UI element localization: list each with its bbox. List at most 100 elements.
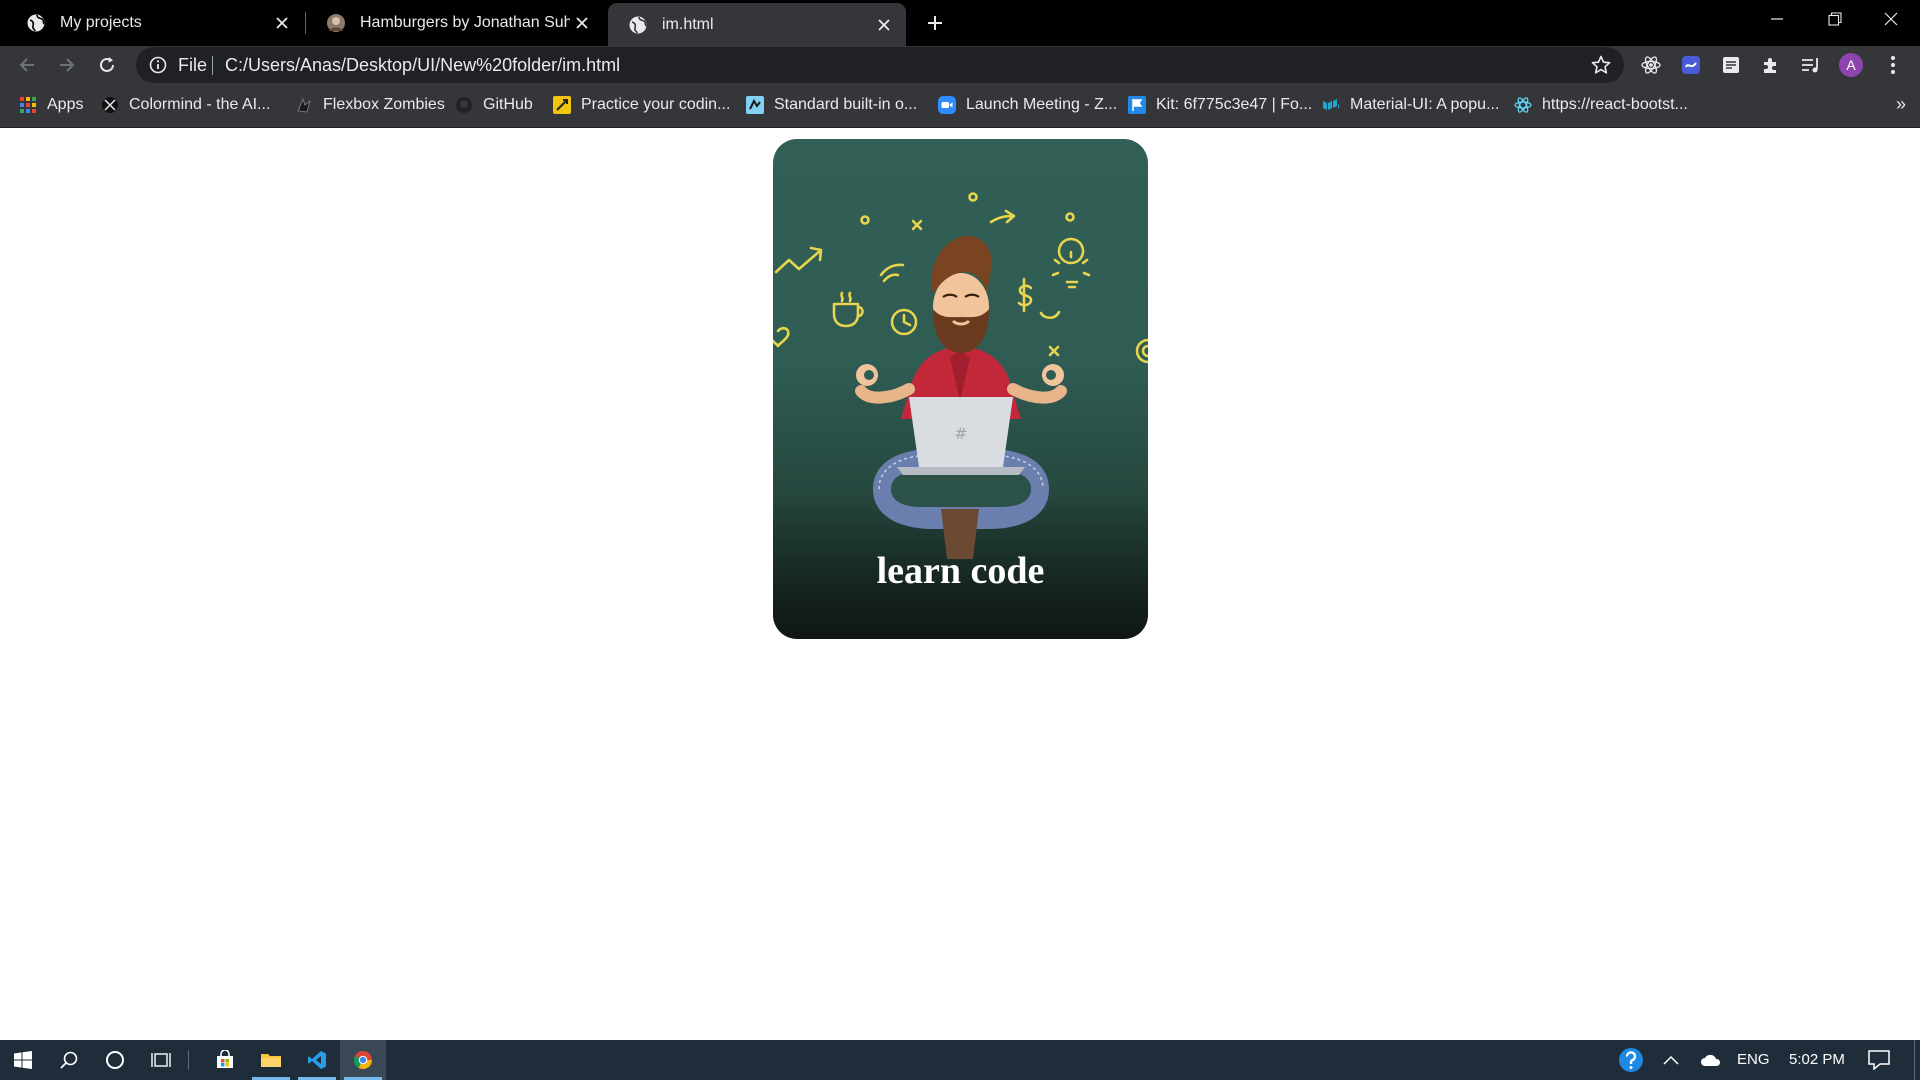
bookmark-material-ui[interactable]: Material-UI: A popu... <box>1322 94 1499 116</box>
colormind-icon <box>102 97 118 113</box>
arrow-left-icon <box>19 58 34 72</box>
language-indicator[interactable]: ENG <box>1737 1051 1770 1068</box>
cortana-button[interactable] <box>92 1040 138 1080</box>
mdn-icon <box>746 96 764 114</box>
close-window-button[interactable] <box>1862 0 1920 38</box>
bookmark-label: Kit: 6f775c3e47 | Fo... <box>1156 96 1313 113</box>
bookmark-label: Practice your codin... <box>581 96 731 113</box>
chevron-up-icon <box>1663 1055 1679 1065</box>
menu-button[interactable] <box>1880 52 1906 78</box>
tab-title: My projects <box>60 14 142 31</box>
windows-logo-icon <box>14 1051 32 1069</box>
chrome-icon <box>354 1051 372 1070</box>
tab-my-projects[interactable]: My projects <box>6 3 304 43</box>
material-ui-icon <box>1323 99 1339 110</box>
restore-icon <box>1828 12 1842 26</box>
close-tab-icon[interactable] <box>570 11 594 35</box>
blue-extension[interactable] <box>1678 52 1704 78</box>
bookmark-label: Standard built-in o... <box>774 96 918 113</box>
url-text[interactable]: C:/Users/Anas/Desktop/UI/New%20folder/im… <box>225 55 620 76</box>
star-icon[interactable] <box>1590 54 1612 76</box>
restore-button[interactable] <box>1806 0 1864 38</box>
bookmark-label: Material-UI: A popu... <box>1350 96 1500 113</box>
tab-title: im.html <box>662 15 714 33</box>
reader-extension[interactable] <box>1718 52 1744 78</box>
profile-avatar[interactable]: A <box>1838 52 1864 78</box>
browser-toolbar: File C:/Users/Anas/Desktop/UI/New%20fold… <box>0 46 1920 84</box>
tab-hamburgers[interactable]: Hamburgers by Jonathan Suh <box>306 3 604 43</box>
info-icon[interactable] <box>148 55 168 75</box>
bookmarks-bar: Apps Colormind - the AI... Flexbox Zombi… <box>0 84 1920 128</box>
tab-strip: My projects Hamburgers by Jonathan Suh i… <box>0 0 1920 46</box>
bookmark-colormind[interactable]: Colormind - the AI... <box>101 94 270 116</box>
document-icon <box>1723 57 1739 73</box>
zoom-icon <box>938 96 956 114</box>
bookmark-label: Apps <box>47 96 84 113</box>
react-bootstrap-icon <box>1514 97 1532 113</box>
globe-icon <box>27 14 45 32</box>
start-button[interactable] <box>0 1040 46 1080</box>
windows-taskbar: ENG 5:02 PM <box>0 1040 1920 1080</box>
vscode-icon <box>308 1051 326 1069</box>
store-bag-icon <box>217 1050 233 1068</box>
back-button[interactable] <box>11 49 43 81</box>
extensions-button[interactable] <box>1758 52 1784 78</box>
globe-icon <box>629 16 647 33</box>
bookmark-standard-built-in[interactable]: Standard built-in o... <box>746 94 917 116</box>
minimize-button[interactable] <box>1748 0 1806 38</box>
apps-grid-icon <box>20 97 36 113</box>
bookmark-launch-meeting[interactable]: Launch Meeting - Z... <box>938 94 1117 116</box>
puzzle-icon <box>1764 58 1776 73</box>
cortana-icon <box>106 1051 124 1069</box>
close-tab-icon[interactable] <box>270 11 294 35</box>
cloud-icon <box>1701 1054 1721 1066</box>
github-icon <box>456 97 472 113</box>
chain-icon <box>1682 56 1700 74</box>
more-vert-icon <box>1891 56 1895 74</box>
laptop-mark: # <box>954 424 967 443</box>
show-desktop-button[interactable] <box>1914 1040 1915 1080</box>
bookmark-label: GitHub <box>483 96 533 113</box>
tab-im-html[interactable]: im.html <box>608 3 906 46</box>
card-title: learn code <box>876 550 1045 592</box>
onedrive-button[interactable] <box>1688 1040 1734 1080</box>
fontawesome-flag-icon <box>1128 96 1146 114</box>
bookmark-github[interactable]: GitHub <box>455 94 533 116</box>
task-view-button[interactable] <box>138 1040 184 1080</box>
bookmark-apps[interactable]: Apps <box>19 94 83 116</box>
vscode-button[interactable] <box>294 1040 340 1080</box>
bookmark-font-awesome-kit[interactable]: Kit: 6f775c3e47 | Fo... <box>1128 94 1312 116</box>
bookmark-react-bootstrap[interactable]: https://react-bootst... <box>1514 94 1688 116</box>
avatar-favicon <box>327 14 345 32</box>
action-center-button[interactable] <box>1856 1040 1902 1080</box>
clock[interactable]: 5:02 PM <box>1789 1051 1845 1068</box>
bookmark-label: Colormind - the AI... <box>129 96 271 113</box>
scheme-label: File <box>178 55 208 75</box>
arrow-right-icon <box>60 58 75 72</box>
taskbar-divider <box>188 1050 189 1070</box>
chrome-taskbar-button[interactable] <box>340 1040 386 1080</box>
bookmark-practice-coding[interactable]: Practice your codin... <box>553 94 730 116</box>
reload-button[interactable] <box>91 49 123 81</box>
close-tab-icon[interactable] <box>872 13 896 37</box>
react-devtools-extension[interactable] <box>1638 52 1664 78</box>
bookmark-flexbox-zombies[interactable]: Flexbox Zombies <box>295 94 445 116</box>
playlist-icon <box>1802 58 1818 73</box>
bookmarks-overflow-button[interactable]: » <box>1896 94 1906 115</box>
address-bar[interactable]: File C:/Users/Anas/Desktop/UI/New%20fold… <box>136 47 1624 83</box>
media-control-button[interactable] <box>1798 52 1824 78</box>
help-icon <box>1619 1048 1643 1072</box>
bookmark-label: Flexbox Zombies <box>323 96 445 113</box>
tab-title: Hamburgers by Jonathan Suh <box>360 14 570 31</box>
folder-icon <box>261 1054 281 1067</box>
close-icon <box>1884 12 1898 26</box>
forward-button[interactable] <box>51 49 83 81</box>
file-explorer-button[interactable] <box>248 1040 294 1080</box>
learn-code-card: # learn code <box>773 139 1148 639</box>
search-button[interactable] <box>46 1040 92 1080</box>
notification-icon <box>1868 1050 1890 1070</box>
reload-icon <box>100 57 114 72</box>
microsoft-store-button[interactable] <box>202 1040 248 1080</box>
codewars-icon <box>553 96 571 114</box>
new-tab-button[interactable] <box>920 8 950 38</box>
